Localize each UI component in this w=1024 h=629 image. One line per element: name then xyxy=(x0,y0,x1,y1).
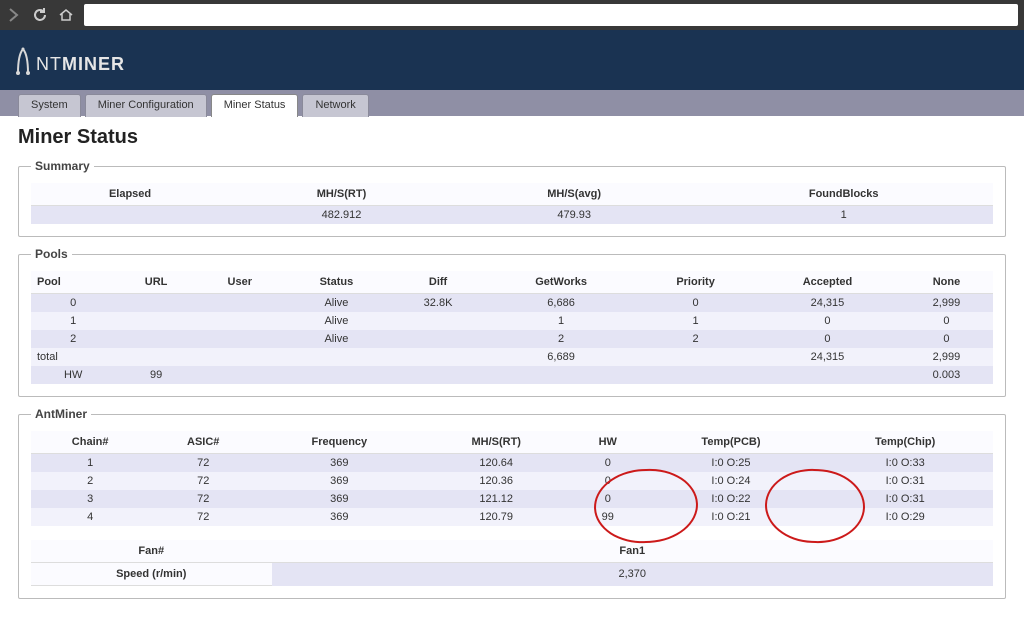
ant-h-freq: Frequency xyxy=(257,431,421,454)
pools-h-pool: Pool xyxy=(31,271,115,294)
ant-h-mhsrt: MH/S(RT) xyxy=(422,431,571,454)
pools-h-accepted: Accepted xyxy=(755,271,900,294)
table-row: total6,68924,3152,999 xyxy=(31,348,993,366)
summary-foundblocks: 1 xyxy=(694,206,993,225)
pools-h-status: Status xyxy=(283,271,390,294)
pools-h-url: URL xyxy=(115,271,196,294)
pools-legend: Pools xyxy=(31,247,72,261)
table-row: 0Alive32.8K6,686024,3152,999 xyxy=(31,294,993,313)
summary-h-foundblocks: FoundBlocks xyxy=(694,183,993,206)
summary-mhsrt: 482.912 xyxy=(229,206,454,225)
table-row: 172369120.640I:0 O:25I:0 O:33 xyxy=(31,454,993,473)
fan-h-fan1: Fan1 xyxy=(272,540,994,563)
masthead: NTMINER xyxy=(0,30,1024,90)
summary-h-elapsed: Elapsed xyxy=(31,183,229,206)
tab-bar: System Miner Configuration Miner Status … xyxy=(0,90,1024,116)
ant-h-chain: Chain# xyxy=(31,431,149,454)
tab-miner-status[interactable]: Miner Status xyxy=(211,94,299,117)
summary-h-mhsrt: MH/S(RT) xyxy=(229,183,454,206)
antminer-table: Chain# ASIC# Frequency MH/S(RT) HW Temp(… xyxy=(31,431,993,526)
pools-h-priority: Priority xyxy=(636,271,755,294)
table-row: 372369121.120I:0 O:22I:0 O:31 xyxy=(31,490,993,508)
table-row: 272369120.360I:0 O:24I:0 O:31 xyxy=(31,472,993,490)
summary-elapsed xyxy=(31,206,229,225)
pools-h-user: User xyxy=(197,271,283,294)
page-title: Miner Status xyxy=(18,126,1006,149)
table-row: 1Alive1100 xyxy=(31,312,993,330)
fan-table: Fan# Fan1 Speed (r/min) 2,370 xyxy=(31,540,993,586)
fan-speed-value: 2,370 xyxy=(272,563,994,586)
brand-logo: NTMINER xyxy=(12,45,125,75)
pools-h-getworks: GetWorks xyxy=(486,271,636,294)
antminer-fieldset: AntMiner Chain# ASIC# Frequency MH/S(RT)… xyxy=(18,407,1006,599)
table-row: 472369120.7999I:0 O:21I:0 O:29 xyxy=(31,508,993,526)
pools-h-diff: Diff xyxy=(390,271,486,294)
tab-miner-configuration[interactable]: Miner Configuration xyxy=(85,94,207,117)
summary-legend: Summary xyxy=(31,159,94,173)
ant-h-temppcb: Temp(PCB) xyxy=(645,431,818,454)
tab-network[interactable]: Network xyxy=(302,94,368,117)
fan-h-num: Fan# xyxy=(31,540,272,563)
pools-table: Pool URL User Status Diff GetWorks Prior… xyxy=(31,271,993,384)
fan-h-speed: Speed (r/min) xyxy=(31,563,272,586)
summary-table: Elapsed MH/S(RT) MH/S(avg) FoundBlocks 4… xyxy=(31,183,993,224)
table-row: 2Alive2200 xyxy=(31,330,993,348)
pools-h-none: None xyxy=(900,271,993,294)
summary-h-mhsavg: MH/S(avg) xyxy=(454,183,694,206)
ant-h-hw: HW xyxy=(571,431,645,454)
refresh-icon[interactable] xyxy=(32,7,48,23)
nav-forward-icon[interactable] xyxy=(6,7,22,23)
table-row: HW990.003 xyxy=(31,366,993,384)
url-input[interactable] xyxy=(84,4,1018,26)
ant-h-tempchip: Temp(Chip) xyxy=(817,431,993,454)
ant-h-asic: ASIC# xyxy=(149,431,257,454)
pools-fieldset: Pools Pool URL User Status Diff GetWorks… xyxy=(18,247,1006,397)
tab-system[interactable]: System xyxy=(18,94,81,117)
browser-chrome xyxy=(0,0,1024,30)
home-icon[interactable] xyxy=(58,7,74,23)
summary-fieldset: Summary Elapsed MH/S(RT) MH/S(avg) Found… xyxy=(18,159,1006,237)
antminer-legend: AntMiner xyxy=(31,407,91,421)
summary-mhsavg: 479.93 xyxy=(454,206,694,225)
